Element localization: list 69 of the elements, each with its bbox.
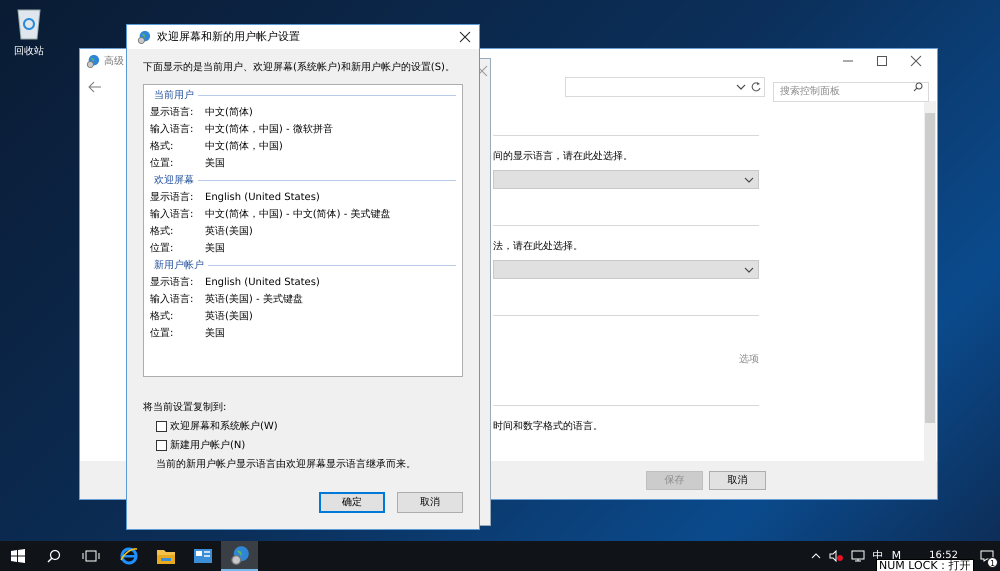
setting-label: 位置: — [150, 326, 174, 341]
search-icon — [913, 82, 923, 92]
muted-speaker-icon[interactable] — [828, 550, 843, 562]
setting-value: 英语(美国) - 美式键盘 — [205, 292, 303, 307]
setting-value: 美国 — [205, 242, 225, 256]
folder-icon — [156, 547, 176, 565]
globe-icon — [86, 54, 100, 68]
browser-e-icon — [118, 546, 138, 566]
setting-value: 美国 — [205, 326, 225, 341]
setting-label: 显示语言: — [150, 276, 194, 290]
setting-value: 英语(美国) — [205, 310, 253, 324]
setting-label: 显示语言: — [150, 190, 194, 205]
desktop-icon-label: 回收站 — [14, 44, 44, 59]
setting-value: 美国 — [205, 156, 225, 171]
note-text: 当前的新用户帐户显示语言由欢迎屏幕显示语言继承而来。 — [156, 458, 417, 472]
copy-label: 将当前设置复制到: — [143, 400, 228, 415]
search-icon[interactable] — [47, 549, 61, 563]
setting-value: 中文(简体，中国) — [205, 140, 283, 154]
setting-description: 时间和数字格式的语言。 — [493, 420, 604, 434]
chevron-down-icon — [736, 84, 746, 90]
windows-logo-icon[interactable] — [11, 549, 25, 563]
task-view-icon[interactable] — [82, 549, 100, 563]
scrollbar[interactable] — [924, 101, 936, 461]
setting-value: 中文(简体，中国) - 中文(简体) - 美式键盘 — [205, 208, 391, 222]
notification-icon[interactable] — [980, 550, 994, 562]
ok-button[interactable]: 确定 — [319, 492, 385, 513]
close-icon[interactable] — [459, 31, 471, 43]
window-title: 高级 — [104, 54, 124, 68]
globe-icon — [230, 545, 250, 565]
cancel-button[interactable]: 取消 — [709, 470, 766, 490]
setting-label: 位置: — [150, 156, 174, 171]
setting-value: English (United States) — [205, 276, 320, 290]
tooltip: NUM LOCK：打开 — [876, 559, 974, 571]
checkbox[interactable] — [156, 421, 167, 432]
back-arrow-icon[interactable] — [88, 81, 102, 93]
dialog-description: 下面显示的是当前用户、欢迎屏幕(系统帐户)和新用户帐户的设置(S)。 — [143, 60, 456, 75]
notification-badge: 1 — [987, 557, 998, 568]
network-icon[interactable] — [850, 550, 865, 562]
setting-label: 格式: — [150, 140, 174, 154]
globe-icon — [137, 30, 151, 44]
setting-label: 输入语言: — [150, 292, 194, 307]
cancel-button[interactable]: 取消 — [397, 492, 463, 513]
chevron-down-icon — [744, 266, 754, 272]
section-heading: 欢迎屏幕 — [154, 174, 194, 188]
chevron-up-icon[interactable] — [810, 553, 821, 559]
section-heading: 当前用户 — [154, 88, 194, 103]
refresh-icon[interactable] — [750, 81, 762, 93]
dialog-title: 欢迎屏幕和新的用户帐户设置 — [157, 28, 301, 45]
checkbox-label: 欢迎屏幕和系统帐户(W) — [170, 420, 278, 434]
section-heading: 新用户帐户 — [154, 258, 204, 273]
setting-value: 中文(简体) — [205, 106, 253, 120]
control-panel-icon — [192, 547, 212, 565]
setting-label: 输入语言: — [150, 208, 194, 222]
setting-description: 法，请在此处选择。 — [493, 240, 584, 254]
setting-label: 输入语言: — [150, 122, 194, 137]
taskbar-app[interactable] — [221, 541, 258, 571]
setting-label: 格式: — [150, 310, 174, 324]
options-link[interactable]: 选项 — [739, 352, 759, 367]
chevron-down-icon — [744, 176, 754, 182]
setting-label: 显示语言: — [150, 106, 194, 120]
checkbox-label: 新建用户帐户(N) — [170, 438, 246, 453]
setting-value: 英语(美国) — [205, 224, 253, 239]
setting-value: English (United States) — [205, 191, 320, 205]
search-field[interactable]: 搜索控制面板 — [773, 82, 929, 102]
setting-value: 中文(简体，中国) - 微软拼音 — [205, 122, 333, 137]
setting-label: 位置: — [150, 242, 174, 256]
setting-description: 间的显示语言，请在此处选择。 — [493, 150, 634, 164]
setting-label: 格式: — [150, 224, 174, 239]
checkbox[interactable] — [156, 440, 167, 451]
